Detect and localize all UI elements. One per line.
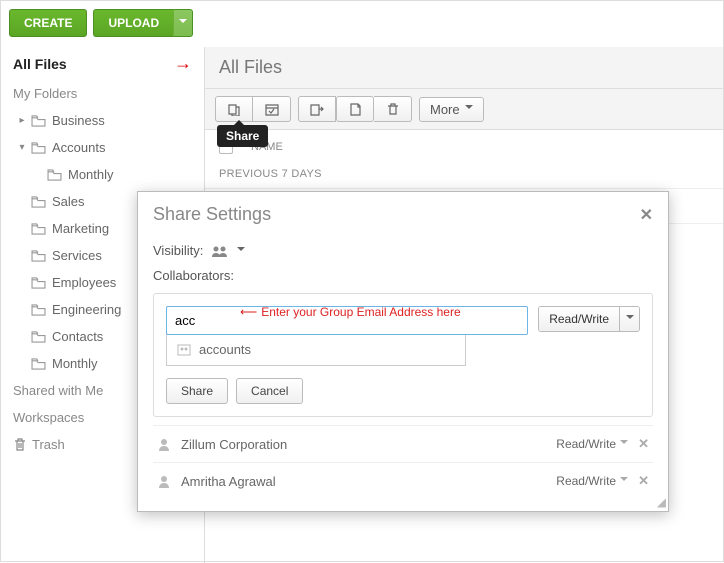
user-icon bbox=[157, 437, 171, 451]
permission-text: Read/Write bbox=[556, 474, 616, 488]
copy-icon bbox=[347, 102, 363, 116]
collaborator-name: Zillum Corporation bbox=[181, 437, 546, 452]
close-button[interactable]: ✕ bbox=[640, 205, 653, 225]
folder-icon bbox=[31, 358, 46, 370]
permission-dropdown[interactable]: Read/Write bbox=[538, 306, 640, 332]
folder-label: Monthly bbox=[52, 356, 98, 371]
more-button[interactable]: More bbox=[419, 97, 484, 122]
visibility-row: Visibility: bbox=[153, 237, 653, 264]
trash-icon bbox=[13, 437, 27, 452]
cancel-button[interactable]: Cancel bbox=[236, 378, 303, 404]
column-header: NAME bbox=[205, 130, 723, 160]
folder-icon bbox=[31, 115, 46, 127]
collaborator-input[interactable] bbox=[166, 306, 528, 335]
more-label: More bbox=[430, 102, 460, 117]
folder-label: Marketing bbox=[52, 221, 109, 236]
folder-icon bbox=[31, 304, 46, 316]
folder-label: Sales bbox=[52, 194, 85, 209]
share-icon bbox=[226, 102, 242, 116]
visibility-dropdown[interactable] bbox=[237, 247, 245, 255]
calendar-check-icon bbox=[264, 102, 280, 116]
folder-label: Monthly bbox=[68, 167, 114, 182]
chevron-down-icon bbox=[620, 477, 628, 485]
folder-monthly-sub[interactable]: Monthly bbox=[19, 161, 200, 188]
collaborator-name: Amritha Agrawal bbox=[181, 474, 546, 489]
autocomplete-suggestion[interactable]: accounts bbox=[166, 334, 466, 366]
sidebar-all-files-label: All Files bbox=[13, 56, 67, 72]
dialog-title: Share Settings bbox=[153, 204, 271, 225]
chevron-down-icon bbox=[465, 105, 473, 113]
section-label: PREVIOUS 7 DAYS bbox=[205, 160, 723, 188]
folder-icon bbox=[31, 142, 46, 154]
group-icon bbox=[177, 344, 191, 356]
folder-icon bbox=[31, 331, 46, 343]
collaborator-list: Zillum Corporation Read/Write ✕ Amritha … bbox=[153, 425, 653, 499]
chevron-down-icon bbox=[619, 307, 639, 331]
collaborator-permission[interactable]: Read/Write bbox=[556, 474, 628, 488]
folder-icon bbox=[31, 277, 46, 289]
share-button[interactable] bbox=[215, 96, 253, 122]
folder-label: Services bbox=[52, 248, 102, 263]
permission-text: Read/Write bbox=[556, 437, 616, 451]
people-icon bbox=[211, 245, 229, 257]
collaborator-row: Amritha Agrawal Read/Write ✕ bbox=[153, 462, 653, 499]
folder-accounts[interactable]: ▾ Accounts bbox=[19, 134, 200, 161]
sidebar-all-files[interactable]: All Files → bbox=[5, 47, 200, 80]
permission-label: Read/Write bbox=[539, 307, 619, 331]
export-button[interactable] bbox=[298, 96, 336, 122]
expand-icon[interactable]: ▸ bbox=[17, 115, 27, 126]
folder-icon bbox=[47, 169, 62, 181]
chevron-down-icon bbox=[620, 440, 628, 448]
toolbar: More Share bbox=[205, 89, 723, 130]
folder-label: Accounts bbox=[52, 140, 105, 155]
share-confirm-button[interactable]: Share bbox=[166, 378, 228, 404]
collaborator-add-box: Read/Write accounts Share Cancel bbox=[153, 293, 653, 417]
upload-button[interactable]: UPLOAD bbox=[93, 9, 173, 37]
remove-collaborator-button[interactable]: ✕ bbox=[638, 473, 649, 489]
trash-icon bbox=[386, 102, 400, 116]
create-button[interactable]: CREATE bbox=[9, 9, 87, 37]
folder-label: Business bbox=[52, 113, 105, 128]
visibility-label: Visibility: bbox=[153, 243, 203, 258]
copy-button[interactable] bbox=[336, 96, 374, 122]
delete-button[interactable] bbox=[374, 96, 412, 122]
folder-label: Employees bbox=[52, 275, 116, 290]
folder-business[interactable]: ▸ Business bbox=[19, 107, 200, 134]
share-settings-dialog: Share Settings ✕ Visibility: Collaborato… bbox=[137, 191, 669, 512]
export-icon bbox=[309, 102, 325, 116]
folder-label: Contacts bbox=[52, 329, 103, 344]
upload-button-group: UPLOAD bbox=[93, 9, 193, 37]
user-icon bbox=[157, 474, 171, 488]
sidebar-my-folders-label: My Folders bbox=[5, 80, 200, 107]
collaborator-permission[interactable]: Read/Write bbox=[556, 437, 628, 451]
suggestion-text: accounts bbox=[199, 342, 251, 357]
share-tooltip: Share bbox=[217, 125, 268, 147]
sidebar-trash-label: Trash bbox=[32, 437, 65, 452]
folder-icon bbox=[31, 223, 46, 235]
annotation-arrow-icon: → bbox=[174, 53, 192, 74]
collaborators-label: Collaborators: bbox=[153, 264, 653, 287]
upload-dropdown-chevron[interactable] bbox=[173, 9, 193, 37]
folder-label: Engineering bbox=[52, 302, 121, 317]
folder-icon bbox=[31, 196, 46, 208]
page-title: All Files bbox=[205, 47, 723, 89]
approve-button[interactable] bbox=[253, 96, 291, 122]
collapse-icon[interactable]: ▾ bbox=[17, 142, 27, 153]
folder-icon bbox=[31, 250, 46, 262]
remove-collaborator-button[interactable]: ✕ bbox=[638, 436, 649, 452]
collaborator-row: Zillum Corporation Read/Write ✕ bbox=[153, 425, 653, 462]
chevron-down-icon bbox=[179, 19, 187, 27]
